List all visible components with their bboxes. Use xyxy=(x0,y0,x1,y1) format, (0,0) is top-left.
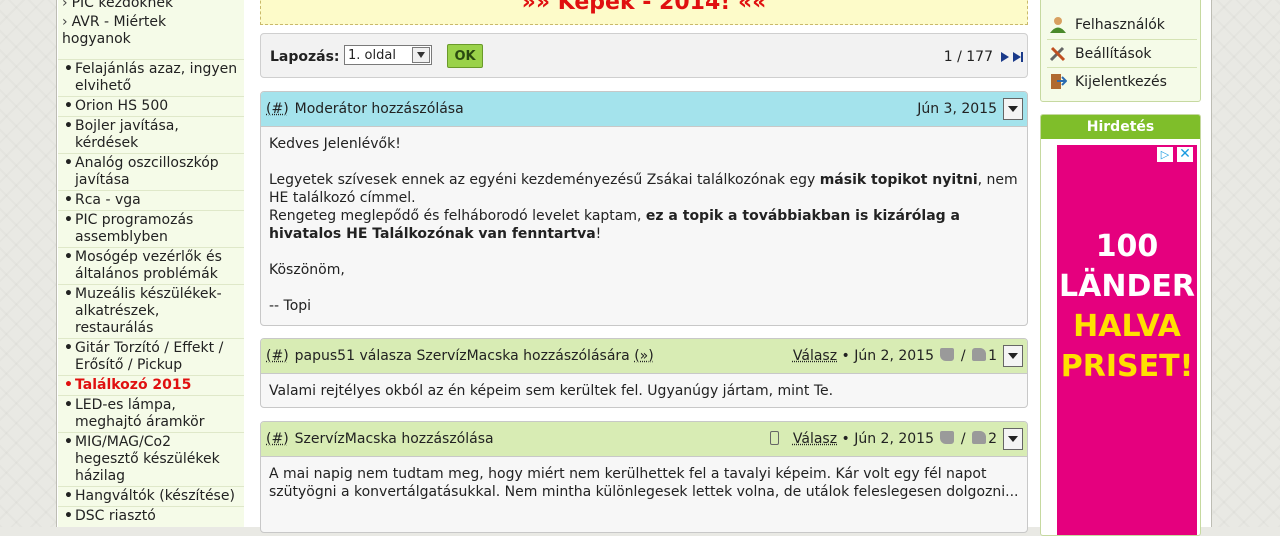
post-target-link[interactable]: SzervízMacska xyxy=(416,348,518,364)
menu-item-settings[interactable]: Beállítások xyxy=(1047,39,1197,67)
user-menu: Felhasználók Beállítások Kijelentkezés xyxy=(1040,0,1201,102)
topic-item[interactable]: MIG/MAG/Co2 hegesztő készülékek házilag xyxy=(58,432,244,486)
users-icon xyxy=(1050,17,1066,33)
post-ref-link[interactable]: (») xyxy=(634,348,654,364)
post-permalink[interactable]: (#) xyxy=(266,348,289,364)
menu-item-users[interactable]: Felhasználók xyxy=(1047,11,1197,38)
logout-icon xyxy=(1051,74,1067,89)
pagination-bar: Lapozás: 1. oldal OK 1 / 177 xyxy=(260,33,1028,78)
post-author-link[interactable]: papus51 xyxy=(295,348,355,364)
pagination-label: Lapozás: xyxy=(270,49,340,65)
topic-item[interactable]: Orion HS 500 xyxy=(58,96,244,116)
post-permalink[interactable]: (#) xyxy=(266,101,289,117)
page-select-value: 1. oldal xyxy=(348,48,396,63)
post-paragraph: Rengeteg meglepődő és felháborodó levele… xyxy=(269,207,1019,243)
ad-banner[interactable]: ▷ ✕ 100 LÄNDER HALVA PRISET! xyxy=(1057,145,1197,535)
ad-line: LÄNDER xyxy=(1059,269,1195,304)
post-body: Valami rejtélyes okból az én képeim sem … xyxy=(269,383,834,399)
like-count: 2 xyxy=(988,431,997,447)
topic-item[interactable]: Analóg oszcilloszkóp javítása xyxy=(58,153,244,190)
post-bold-text: másik topikot nyitni xyxy=(819,172,978,188)
menu-item-logout[interactable]: Kijelentkezés xyxy=(1047,67,1197,95)
post-menu-button[interactable] xyxy=(1003,345,1023,367)
tools-icon xyxy=(1049,46,1066,62)
sidebar-link-pic[interactable]: › PIC kezdőknek xyxy=(62,0,173,12)
post-header: (#) Moderátor hozzászólása Jún 3, 2015 xyxy=(261,92,1027,127)
topic-item[interactable]: Felajánlás azaz, ingyen elvihető xyxy=(58,59,244,96)
sidebar-link-avr[interactable]: › AVR - Miértek hogyanok xyxy=(62,14,232,48)
post-date: Jún 2, 2015 xyxy=(854,431,934,447)
post-body: Kedves Jelenlévők! Legyetek szívesek enn… xyxy=(261,127,1027,321)
post-moderator: (#) Moderátor hozzászólása Jún 3, 2015 Ke… xyxy=(260,91,1028,326)
ad-line: HALVA xyxy=(1073,309,1181,344)
close-icon[interactable]: ✕ xyxy=(1177,147,1193,162)
banner-link[interactable]: »» Képek - 2014! «« xyxy=(522,0,767,15)
reply-link[interactable]: Válasz xyxy=(793,431,837,447)
post-title-text: válasza xyxy=(355,348,417,364)
post-text: Rengeteg meglepődő és felháborodó levele… xyxy=(269,208,646,224)
menu-item-label: Beállítások xyxy=(1075,46,1152,62)
topic-item[interactable]: Bojler javítása, kérdések xyxy=(58,116,244,153)
thumbs-down-icon[interactable] xyxy=(940,348,955,361)
post-author-link[interactable]: SzervízMacska xyxy=(295,431,397,447)
reply-link[interactable]: Válasz xyxy=(793,348,837,364)
menu-item-label: Kijelentkezés xyxy=(1075,74,1167,90)
post-date: Jún 2, 2015 xyxy=(854,348,934,364)
thumbs-down-icon[interactable] xyxy=(940,431,955,444)
ad-header: Hirdetés xyxy=(1041,115,1200,139)
post-body: A mai napig nem tudtam meg, hogy miért n… xyxy=(269,466,1019,500)
post-user: (#) SzervízMacska hozzászólása Válasz • J… xyxy=(260,421,1028,533)
thumbs-up-icon[interactable] xyxy=(972,348,987,361)
topic-item[interactable]: PIC programozás assemblyben xyxy=(58,210,244,247)
post-text: Legyetek szívesek ennek az egyéni kezdem… xyxy=(269,172,820,188)
post-paragraph: Legyetek szívesek ennek az egyéni kezdem… xyxy=(269,171,1019,207)
topic-item[interactable]: Hangváltók (készítése) xyxy=(58,486,244,506)
menu-item-label: Felhasználók xyxy=(1075,17,1165,33)
topic-item[interactable]: Mosógép vezérlők és általános problémák xyxy=(58,247,244,284)
last-page-icon[interactable] xyxy=(1013,52,1021,62)
page-go-button[interactable]: OK xyxy=(447,44,483,68)
post-date: Jún 3, 2015 xyxy=(917,101,997,117)
chevron-down-icon xyxy=(412,47,430,63)
post-menu-button[interactable] xyxy=(1003,98,1023,120)
gallery-banner[interactable]: »» Képek - 2014! «« xyxy=(260,0,1028,25)
post-reply: (#) papus51 válasza SzervízMacska hozzász… xyxy=(260,338,1028,408)
post-permalink[interactable]: (#) xyxy=(266,431,289,447)
next-page-icon[interactable] xyxy=(1001,52,1009,62)
topic-item[interactable]: Gitár Torzító / Effekt / Erősítő / Picku… xyxy=(58,338,244,375)
post-title: Moderátor hozzászólása xyxy=(294,101,464,117)
post-title-text: hozzászólására xyxy=(518,348,630,364)
ad-line: 100 xyxy=(1095,229,1159,264)
ad-choices-icon[interactable]: ▷ xyxy=(1157,147,1173,162)
left-sidebar: ›PIC kezdőknek ›AVR - Miértek hogyanok F… xyxy=(58,0,244,527)
topic-item[interactable]: LED-es lámpa, meghajtó áramkör xyxy=(58,395,244,432)
ad-box: Hirdetés ▷ ✕ 100 LÄNDER HALVA PRISET! xyxy=(1040,114,1201,536)
mobile-icon xyxy=(769,431,779,445)
topic-item[interactable]: Rca - vga xyxy=(58,190,244,210)
topic-item-current[interactable]: Találkozó 2015 xyxy=(58,375,244,395)
post-header: (#) papus51 válasza SzervízMacska hozzász… xyxy=(261,339,1027,374)
page-count: 1 / 177 xyxy=(943,49,993,65)
post-title-text: hozzászólása xyxy=(396,431,494,447)
post-header: (#) SzervízMacska hozzászólása Válasz • J… xyxy=(261,422,1027,457)
ad-line: PRISET! xyxy=(1060,349,1194,384)
sidebar-link-label: AVR - Miértek hogyanok xyxy=(62,14,167,47)
post-menu-button[interactable] xyxy=(1003,428,1023,450)
last-page-bar xyxy=(1021,52,1023,62)
post-signature: -- Topi xyxy=(269,298,312,314)
page-select[interactable]: 1. oldal xyxy=(344,45,432,65)
post-text: Kedves Jelenlévők! xyxy=(269,136,401,152)
sidebar-link-label: PIC kezdőknek xyxy=(71,0,174,11)
post-text: ! xyxy=(595,226,602,242)
topic-item[interactable]: DSC riasztó xyxy=(58,506,244,526)
topic-list: Felajánlás azaz, ingyen elvihető Orion H… xyxy=(58,59,244,526)
like-count: 1 xyxy=(988,348,997,364)
thumbs-up-icon[interactable] xyxy=(972,431,987,444)
post-text: Köszönöm, xyxy=(269,262,345,278)
topic-item[interactable]: Muzeális készülékek-alkatrészek, restaur… xyxy=(58,284,244,338)
